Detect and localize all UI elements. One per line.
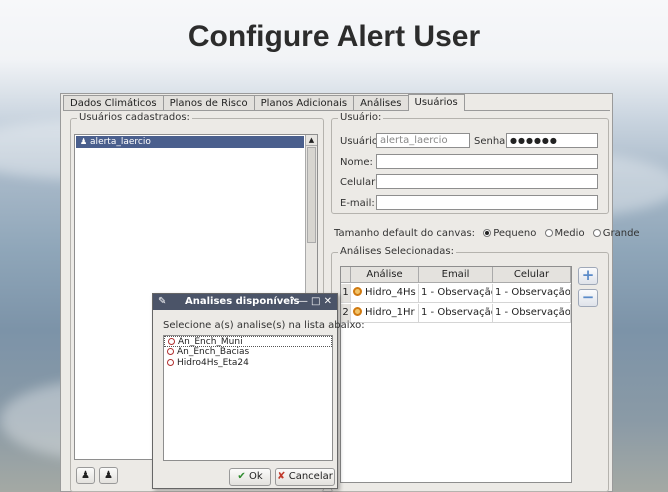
celular-label: Celular:: [340, 177, 379, 188]
ok-label: Ok: [248, 471, 263, 482]
tab-analises[interactable]: Análises: [353, 95, 409, 111]
column-header-analise[interactable]: Análise: [351, 267, 419, 283]
radio-medio[interactable]: [544, 229, 553, 237]
dialog-title: Analises disponíveis: [185, 296, 300, 307]
add-analysis-button[interactable]: +: [578, 267, 598, 285]
column-header-celular[interactable]: Celular: [493, 267, 571, 283]
analyses-legend: Análises Selecionadas:: [338, 246, 456, 257]
magnifier-icon: [353, 307, 362, 316]
remove-analysis-button[interactable]: −: [578, 289, 598, 307]
minus-icon: −: [581, 288, 595, 306]
add-user-icon: ♟: [81, 470, 90, 481]
cell-text: Hidro_1Hr: [365, 307, 415, 318]
table-cell-email[interactable]: 1 - Observação: [419, 304, 493, 323]
cancel-button[interactable]: ✘ Cancelar: [275, 468, 335, 486]
plus-icon: +: [581, 266, 595, 284]
senha-label: Senha:: [474, 136, 509, 147]
list-item-label: alerta_laercio: [90, 137, 151, 147]
email-field[interactable]: [376, 195, 598, 210]
magnifier-icon: [353, 287, 362, 296]
radio-pequeno-label: Pequeno: [493, 228, 537, 239]
analyses-dialog: ✎ Analises disponíveis ? — □ ✕ Selecione…: [152, 293, 365, 489]
tab-planos-adicionais[interactable]: Planos Adicionais: [253, 95, 355, 111]
slide-title: Configure Alert User: [187, 20, 481, 53]
table-cell-email[interactable]: 1 - Observação: [419, 284, 493, 303]
dialog-prompt: Selecione a(s) analise(s) na lista abaix…: [163, 320, 365, 331]
nome-field[interactable]: [376, 154, 598, 169]
available-analyses-list[interactable]: An_Ench_Muni An_Ench_Bacias Hidro4Hs_Eta…: [163, 335, 333, 461]
table-cell-analise[interactable]: Hidro_4Hs: [351, 284, 419, 303]
table-cell-celular[interactable]: 1 - Observação: [493, 284, 571, 303]
table-corner: [341, 267, 351, 283]
app-icon: ✎: [158, 296, 167, 307]
celular-field[interactable]: [376, 174, 598, 189]
list-item-label: An_Ench_Bacias: [177, 347, 250, 357]
row-number: 1: [341, 284, 351, 303]
dialog-titlebar[interactable]: ✎ Analises disponíveis ? — □ ✕: [153, 294, 337, 310]
cell-text: Hidro_4Hs: [365, 287, 416, 298]
canvas-size-label: Tamanho default do canvas:: [334, 228, 476, 239]
cancel-label: Cancelar: [288, 471, 333, 482]
tab-planos-de-risco[interactable]: Planos de Risco: [162, 95, 255, 111]
list-item[interactable]: An_Ench_Bacias: [164, 347, 332, 358]
list-item-label: An_Ench_Muni: [178, 337, 243, 347]
list-item[interactable]: Hidro4Hs_Eta24: [164, 358, 332, 369]
radio-grande[interactable]: [592, 229, 601, 237]
column-header-email[interactable]: Email: [419, 267, 493, 283]
canvas-size-row: Tamanho default do canvas: Pequeno Medio…: [334, 228, 640, 239]
nome-label: Nome:: [340, 157, 373, 168]
radio-grande-label: Grande: [602, 228, 640, 239]
user-icon: ♟: [80, 137, 88, 146]
radio-pequeno[interactable]: [483, 229, 492, 237]
users-legend: Usuários cadastrados:: [77, 112, 192, 123]
remove-user-icon: ♟: [104, 470, 113, 481]
tab-usuarios[interactable]: Usuários: [407, 94, 465, 111]
magnifier-icon: [168, 338, 175, 345]
window-controls[interactable]: ? — □ ✕: [289, 294, 332, 310]
list-item[interactable]: An_Ench_Muni: [164, 336, 332, 347]
scroll-up-arrow-icon[interactable]: ▲: [306, 135, 317, 146]
tab-dados-climaticos[interactable]: Dados Climáticos: [63, 95, 164, 111]
list-item[interactable]: ♟ alerta_laercio: [76, 136, 304, 148]
user-legend: Usuário:: [338, 112, 384, 123]
senha-field[interactable]: ●●●●●●: [506, 133, 598, 148]
remove-user-button[interactable]: ♟: [99, 467, 118, 484]
magnifier-icon: [167, 348, 174, 355]
table-cell-celular[interactable]: 1 - Observação: [493, 304, 571, 323]
tab-bar: Dados Climáticos Planos de Risco Planos …: [63, 94, 465, 111]
radio-medio-label: Medio: [554, 228, 585, 239]
analyses-table: Análise Email Celular 1 Hidro_4Hs 1 - Ob…: [340, 266, 572, 483]
list-item-label: Hidro4Hs_Eta24: [177, 358, 249, 368]
check-icon: ✔: [237, 471, 246, 482]
x-icon: ✘: [277, 471, 286, 482]
usuario-field[interactable]: alerta_laercio: [376, 133, 470, 148]
add-user-button[interactable]: ♟: [76, 467, 95, 484]
scroll-thumb[interactable]: [307, 147, 316, 243]
magnifier-icon: [167, 359, 174, 366]
email-label: E-mail:: [340, 198, 375, 209]
ok-button[interactable]: ✔ Ok: [229, 468, 271, 486]
